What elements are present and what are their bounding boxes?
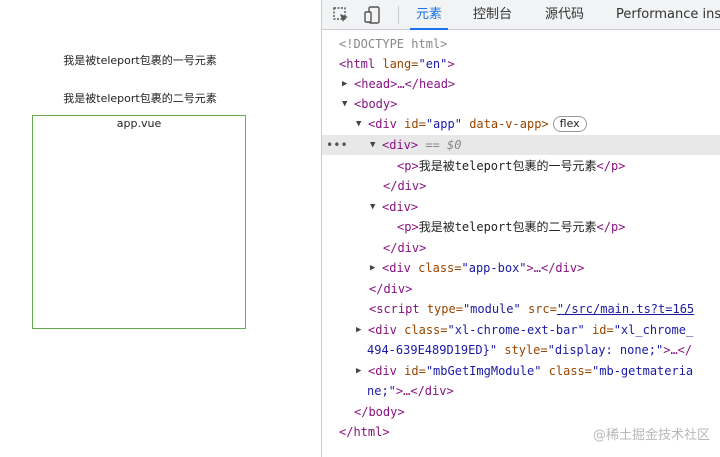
xl-style-value: "display: none;" [547,343,664,357]
expand-triangle-icon[interactable]: ▶ [356,361,368,381]
p1-text: 我是被teleport包裹的一号元素 [418,159,597,173]
mb-id-attr: id= [404,364,426,378]
xl-class-value: "xl-chrome-ext-bar" [447,323,585,337]
script-type-value: "module" [462,302,521,316]
dom-line-mb-cont[interactable]: ne;">…</div> [322,381,720,401]
xl-class-attr: class= [404,323,448,337]
dom-line-mb[interactable]: ▶ <div id="mbGetImgModule" class="mb-getm… [322,361,720,381]
data-v-app-attr: data-v-app> [469,117,549,131]
app-id-value: "app" [425,117,462,131]
expand-triangle-icon[interactable]: ▶ [370,258,382,278]
dom-line-selected-div[interactable]: ••• ▼ <div> == $0 [322,135,720,155]
div-close-tag: </div> [369,282,413,296]
tab-elements[interactable]: 元素 [409,0,449,30]
collapse-triangle-icon[interactable]: ▼ [370,135,382,155]
script-src-attr: src= [527,302,557,316]
dom-tree: <!DOCTYPE html> <html lang="en"> ▶ <head>… [322,31,720,457]
app-box-label: app.vue [116,117,162,130]
head-node: <head>…</head> [354,77,456,91]
toolbar-separator [398,6,399,24]
p-open-tag: <p> [397,159,419,173]
tab-console[interactable]: 控制台 [473,0,512,29]
app-id-attr: id= [404,117,426,131]
app-box: app.vue [32,115,246,329]
html-lang-value: "en" [418,57,448,71]
html-tag: <html [339,57,376,71]
tab-performance-insights[interactable]: Performance insi [616,0,720,29]
collapse-triangle-icon[interactable]: ▼ [342,94,354,114]
dom-line-app-close[interactable]: </div> [322,279,720,299]
div-close-tag: </div> [383,241,427,255]
selected-marker: == $0 [425,138,462,152]
app-box-class-attr: class= [418,261,462,275]
xl-div-tag: <div [368,323,397,337]
xl-style-attr: style= [504,343,548,357]
dom-line-html[interactable]: <html lang="en"> [322,54,720,74]
dom-line-xl-bar-cont[interactable]: 494-639E489D19ED}" style="display: none;… [322,340,720,360]
p2-text: 我是被teleport包裹的二号元素 [418,220,597,234]
dom-line-body-close[interactable]: </body> [322,402,720,422]
dom-line-script[interactable]: <script type="module" src="/src/main.ts?… [322,299,720,319]
p-close-tag: </p> [596,159,626,173]
dom-line-div2[interactable]: ▼ <div> [322,197,720,217]
mb-class-value: "mb-getmateria [592,364,694,378]
flex-badge[interactable]: flex [552,116,587,132]
app-box-class-value: "app-box" [461,261,527,275]
expand-triangle-icon[interactable]: ▶ [356,320,368,340]
dom-line-div-close[interactable]: </div> [322,176,720,196]
script-type-attr: type= [426,302,463,316]
app-preview: 我是被teleport包裹的一号元素 我是被teleport包裹的二号元素 ap… [0,0,321,457]
script-src-link[interactable]: "/src/main.ts?t=165 [557,302,694,316]
teleport-paragraph-2: 我是被teleport包裹的二号元素 [63,92,217,105]
div-close-tag: </div> [383,179,427,193]
mb-rest: >…</div> [395,384,454,398]
dom-line-app[interactable]: ▼ <div id="app" data-v-app> flex [322,114,720,134]
expand-triangle-icon[interactable]: ▶ [342,74,354,94]
xl-rest: >…</ [663,343,693,357]
devtools-panel: 元素 控制台 源代码 Performance insi <!DOCTYPE ht… [322,0,720,457]
tab-sources[interactable]: 源代码 [545,0,584,29]
body-close-tag: </body> [354,405,405,419]
dom-line-app-box[interactable]: ▶ <div class="app-box">…</div> [322,258,720,278]
teleport-paragraph-1: 我是被teleport包裹的一号元素 [63,54,217,67]
mb-id-value: "mbGetImgModule" [425,364,542,378]
doctype-node: <!DOCTYPE html> [339,37,448,51]
xl-id-value: "xl_chrome_ [613,323,694,337]
collapse-triangle-icon[interactable]: ▼ [356,114,368,134]
dom-line-p2[interactable]: <p>我是被teleport包裹的二号元素</p> [322,217,720,237]
xl-id-value-cont: 494-639E489D19ED}" [367,343,498,357]
dom-line-body[interactable]: ▼ <body> [322,94,720,114]
watermark: @稀土掘金技术社区 [592,428,710,443]
more-options-icon[interactable]: ••• [326,135,348,155]
div2-open-tag: <div> [382,200,419,214]
dom-line-div2-close[interactable]: </div> [322,238,720,258]
dom-line-p1[interactable]: <p>我是被teleport包裹的一号元素</p> [322,156,720,176]
mb-class-attr: class= [548,364,593,378]
inspect-element-icon[interactable] [331,5,351,25]
dom-line-head[interactable]: ▶ <head>…</head> [322,74,720,94]
script-tag: <script [369,302,420,316]
devtools-toolbar: 元素 控制台 源代码 Performance insi [322,0,720,30]
p-open-tag: <p> [397,220,419,234]
selected-div-tag: <div> [382,138,419,152]
app-box-rest: >…</div> [526,261,585,275]
body-open-tag: <body> [354,97,398,111]
mb-div-tag: <div [368,364,397,378]
device-toolbar-icon[interactable] [363,5,383,25]
dom-line-xl-bar[interactable]: ▶ <div class="xl-chrome-ext-bar" id="xl_c… [322,320,720,340]
html-close-tag: </html> [339,425,390,439]
html-lang-attr: lang= [382,57,419,71]
app-box-tag: <div [382,261,411,275]
app-div-tag: <div [368,117,397,131]
p-close-tag: </p> [596,220,626,234]
collapse-triangle-icon[interactable]: ▼ [370,197,382,217]
xl-id-attr: id= [592,323,614,337]
dom-line-doctype[interactable]: <!DOCTYPE html> [322,34,720,54]
mb-class-value-cont: ne;" [367,384,396,398]
